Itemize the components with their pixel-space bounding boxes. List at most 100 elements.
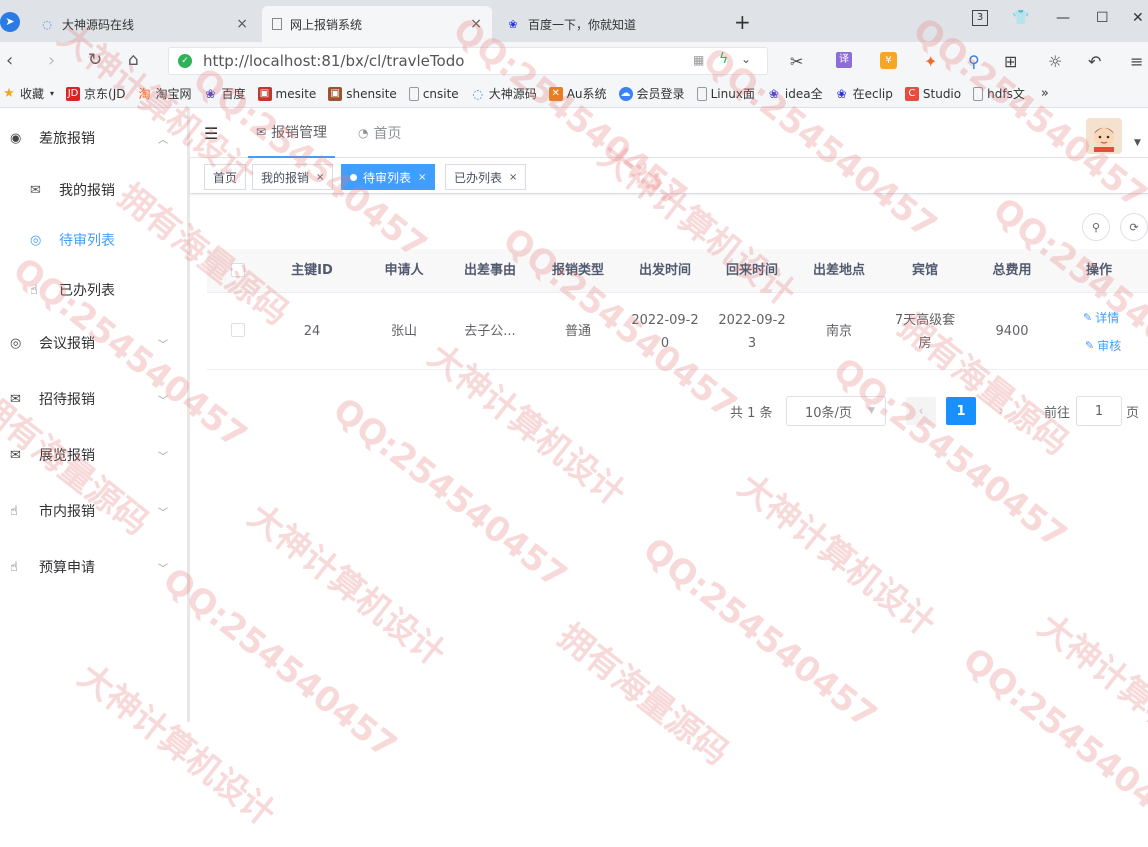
pagination-total: 共 1 条 [730, 405, 773, 421]
sidebar-group-hospitality[interactable]: ✉ 招待报销 ﹀ [0, 371, 187, 427]
detail-link[interactable]: ✎ 详情 [1083, 309, 1119, 326]
sidebar-group-travel[interactable]: ◉ 差旅报销 ︿ [0, 110, 187, 166]
minimize-icon[interactable]: — [1056, 10, 1070, 26]
bookmark-label: hdfs文 [987, 87, 1025, 101]
watermark-text: QQ:254540457 [325, 390, 575, 597]
caret-down-icon[interactable]: ▼ [1134, 138, 1141, 148]
watermark-text: 拥有海量源码 [550, 616, 736, 774]
page-number-button[interactable]: 1 [946, 397, 976, 425]
bookmark-baidu[interactable]: ❀ 百度 [204, 85, 245, 102]
cell-line: 2022-09-2 [631, 312, 699, 328]
search-toggle-button[interactable]: ⚲ [1082, 213, 1110, 241]
back-icon[interactable]: ‹ [6, 50, 13, 71]
select-all-checkbox[interactable] [231, 263, 245, 277]
bookmark-dashen[interactable]: ◌ 大神源码 [471, 85, 536, 102]
chevron-down-icon[interactable]: ⌄ [741, 52, 751, 66]
new-tab-button[interactable]: + [734, 10, 751, 34]
bookmark-studio[interactable]: C Studio [904, 86, 961, 101]
mesite-icon: ▣ [257, 86, 272, 101]
grid-icon[interactable]: ⊞ [1004, 52, 1017, 71]
bookmark-favorites[interactable]: ★ 收藏 ▾ [2, 85, 54, 102]
bookmark-label: 在eclip [852, 87, 893, 101]
tag-my-reimbursements[interactable]: 我的报销 × [252, 164, 334, 190]
yuan-shield-icon[interactable]: ¥ [880, 52, 897, 69]
bookmark-mesite[interactable]: ▣ mesite [257, 86, 317, 101]
game-icon[interactable]: ✦ [924, 52, 937, 71]
sidebar-group-label: 会议报销 [39, 336, 95, 352]
sidebar-group-meeting[interactable]: ◎ 会议报销 ﹀ [0, 315, 187, 371]
topnav-home[interactable]: ◔ 首页 [358, 108, 401, 158]
search-icon[interactable]: ⚲ [968, 52, 980, 71]
bookmark-idea[interactable]: ❀ idea全 [767, 85, 823, 102]
bookmark-jd[interactable]: JD 京东(JD [66, 85, 126, 102]
forward-icon[interactable]: › [48, 50, 55, 71]
cell-total: 9400 [995, 324, 1029, 339]
sidebar-toggle-icon[interactable]: ☰ [204, 124, 218, 143]
watermark-text: 大神计算机设计 [730, 466, 943, 645]
sidebar-group-label: 差旅报销 [39, 131, 95, 147]
bookmark-cnsite[interactable]: cnsite [408, 86, 459, 101]
bookmark-linux[interactable]: Linux面 [696, 85, 755, 102]
url-input[interactable]: ✓ http://localhost:81/bx/cl/travleTodo ▦… [168, 47, 768, 75]
tag-close-icon[interactable]: × [418, 172, 426, 183]
reload-icon[interactable]: ↻ [88, 50, 102, 70]
lightning-icon[interactable]: ϟ [719, 51, 728, 67]
sidebar-item-pending-list[interactable]: ◎ 待审列表 [0, 215, 187, 265]
shirt-icon[interactable]: 👕 [1012, 10, 1029, 26]
hand-icon: ☝ [10, 559, 18, 575]
tab-close-icon[interactable]: × [236, 16, 248, 32]
sidebar-item-done-list[interactable]: ☝ 已办列表 [0, 265, 187, 315]
browser-tab-3[interactable]: ❀ 百度一下，你就知道 [496, 6, 726, 42]
bookmark-member[interactable]: ☁ 会员登录 [618, 85, 685, 102]
brightness-icon[interactable]: ☼ [1048, 52, 1062, 71]
tag-close-icon[interactable]: × [509, 172, 517, 183]
audit-link[interactable]: ✎ 审核 [1085, 337, 1121, 354]
browser-tab-1[interactable]: ◌ 大神源码在线 × [30, 6, 258, 42]
column-header: 主键ID [291, 263, 333, 278]
refresh-button[interactable]: ⟳ [1120, 213, 1148, 241]
window-close-icon[interactable]: ✕ [1132, 10, 1144, 26]
maximize-icon[interactable]: ☐ [1096, 10, 1109, 26]
bookmark-au[interactable]: ✕ Au系统 [548, 85, 607, 102]
translate-icon[interactable]: 译 [836, 52, 852, 68]
browser-tab-2[interactable]: 网上报销系统 × [262, 6, 492, 42]
tag-home[interactable]: 首页 [204, 164, 247, 190]
menu-icon[interactable]: ≡ [1130, 52, 1143, 71]
cell-return-time: 2022-09-2 3 [707, 293, 797, 370]
tab-favicon-icon: ◌ [42, 17, 52, 31]
scissors-icon[interactable]: ✂ [790, 52, 803, 71]
tags-view-bar: 首页 我的报销 × 待审列表 × 已办列表 × [190, 158, 1148, 194]
tab-close-icon[interactable]: × [470, 16, 482, 32]
page-size-select[interactable]: 10条/页 ▼ [786, 396, 886, 426]
table-row: 24 张山 去子公... 普通 2022-09-2 0 2022-09-2 3 … [207, 293, 1148, 370]
sidebar-group-exhibition[interactable]: ✉ 展览报销 ﹀ [0, 427, 187, 483]
bookmark-shensite[interactable]: ▣ shensite [328, 86, 397, 101]
prev-page-button[interactable]: ‹ [906, 397, 936, 425]
home-icon[interactable]: ⌂ [128, 50, 139, 70]
avatar[interactable] [1086, 118, 1122, 154]
sidebar-group-budget[interactable]: ☝ 预算申请 ﹀ [0, 539, 187, 595]
sidebar-group-local[interactable]: ☝ 市内报销 ﹀ [0, 483, 187, 539]
bookmark-eclipse[interactable]: ❀ 在eclip [835, 85, 893, 102]
bookmark-label: mesite [275, 86, 317, 101]
undo-icon[interactable]: ↶ [1088, 52, 1101, 71]
tag-close-icon[interactable]: × [316, 172, 324, 183]
bookmark-taobao[interactable]: 淘淘宝网 [138, 85, 191, 102]
tag-done-list[interactable]: 已办列表 × [445, 164, 527, 190]
tag-pending-list[interactable]: 待审列表 × [341, 164, 436, 190]
watermark-text: 大神计算机设计 [1030, 606, 1148, 785]
sidebar-item-label: 已办列表 [59, 283, 115, 299]
tag-label: 待审列表 [363, 170, 412, 185]
topnav-label: 报销管理 [271, 125, 328, 141]
page-icon [696, 86, 707, 101]
browser-logo-icon[interactable]: ➤ [0, 12, 20, 32]
bookmarks-more-icon[interactable]: » [1041, 86, 1049, 101]
goto-page-input[interactable] [1076, 396, 1122, 426]
bookmark-hdfs[interactable]: hdfs文 [973, 85, 1025, 102]
row-checkbox[interactable] [231, 323, 245, 337]
topnav-reimbursement-management[interactable]: ✉ 报销管理 [248, 108, 336, 158]
sidebar-item-my-reimbursements[interactable]: ✉ 我的报销 [0, 165, 187, 215]
tab-count-badge[interactable]: 3 [972, 10, 988, 26]
next-page-button[interactable]: › [986, 397, 1016, 425]
qr-code-icon[interactable]: ▦ [693, 53, 704, 67]
